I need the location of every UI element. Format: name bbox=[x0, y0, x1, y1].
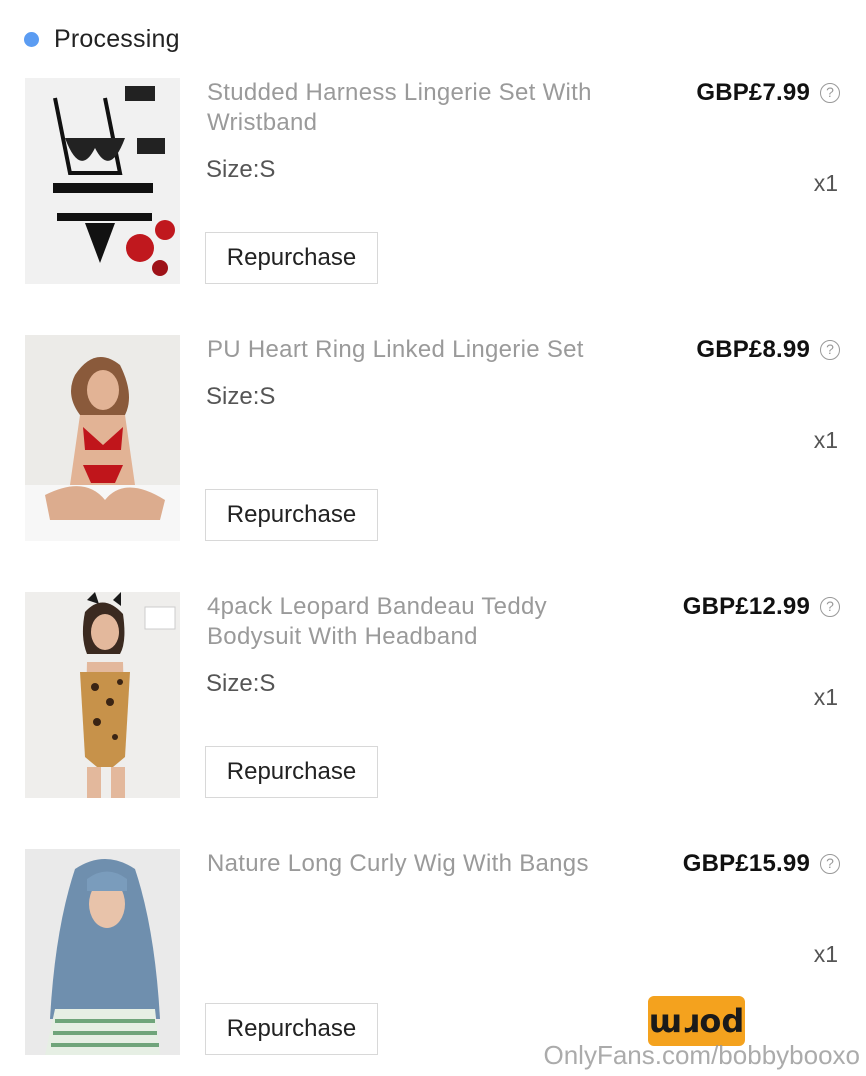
product-quantity: x1 bbox=[813, 170, 838, 196]
watermark-logo: ɯɹod bbox=[648, 996, 745, 1046]
product-image[interactable] bbox=[25, 592, 180, 798]
help-icon[interactable]: ? bbox=[820, 597, 840, 617]
product-price: GBP£8.99 bbox=[696, 336, 810, 363]
help-icon[interactable]: ? bbox=[820, 83, 840, 103]
repurchase-button[interactable]: Repurchase bbox=[205, 1003, 378, 1055]
product-quantity: x1 bbox=[813, 684, 838, 710]
price-group: GBP£12.99 ? bbox=[683, 592, 840, 622]
price-group: GBP£8.99 ? bbox=[696, 335, 840, 365]
order-item: Studded Harness Lingerie Set With Wristb… bbox=[0, 78, 866, 284]
product-title[interactable]: 4pack Leopard Bandeau Teddy Bodysuit Wit… bbox=[207, 592, 637, 652]
price-group: GBP£15.99 ? bbox=[683, 849, 840, 879]
product-size: Size:S bbox=[206, 670, 276, 697]
help-icon[interactable]: ? bbox=[820, 340, 840, 360]
product-title[interactable]: PU Heart Ring Linked Lingerie Set bbox=[207, 335, 637, 365]
order-item: 4pack Leopard Bandeau Teddy Bodysuit Wit… bbox=[0, 592, 866, 798]
product-size: Size:S bbox=[206, 156, 276, 183]
repurchase-button[interactable]: Repurchase bbox=[205, 746, 378, 798]
product-quantity: x1 bbox=[813, 941, 838, 967]
product-image[interactable] bbox=[25, 78, 180, 284]
product-image[interactable] bbox=[25, 335, 180, 541]
repurchase-button[interactable]: Repurchase bbox=[205, 489, 378, 541]
order-item: PU Heart Ring Linked Lingerie Set Size:S… bbox=[0, 335, 866, 541]
product-image[interactable] bbox=[25, 849, 180, 1055]
product-quantity: x1 bbox=[813, 427, 838, 453]
product-title[interactable]: Studded Harness Lingerie Set With Wristb… bbox=[207, 78, 637, 138]
product-price: GBP£12.99 bbox=[682, 593, 810, 620]
repurchase-button[interactable]: Repurchase bbox=[205, 232, 378, 284]
product-size: Size:S bbox=[206, 383, 276, 410]
product-price: GBP£7.99 bbox=[696, 79, 810, 106]
order-items-page: Processing Studded Harness Lingerie Set … bbox=[0, 0, 866, 1076]
order-status: Processing bbox=[24, 22, 180, 56]
status-dot-icon bbox=[24, 31, 39, 47]
watermark-text: OnlyFans.com/bobbybooxo bbox=[543, 1040, 860, 1070]
price-group: GBP£7.99 ? bbox=[696, 78, 840, 108]
help-icon[interactable]: ? bbox=[820, 854, 840, 874]
product-price: GBP£15.99 bbox=[682, 850, 810, 877]
product-title[interactable]: Nature Long Curly Wig With Bangs bbox=[207, 849, 637, 879]
status-label: Processing bbox=[54, 24, 180, 53]
